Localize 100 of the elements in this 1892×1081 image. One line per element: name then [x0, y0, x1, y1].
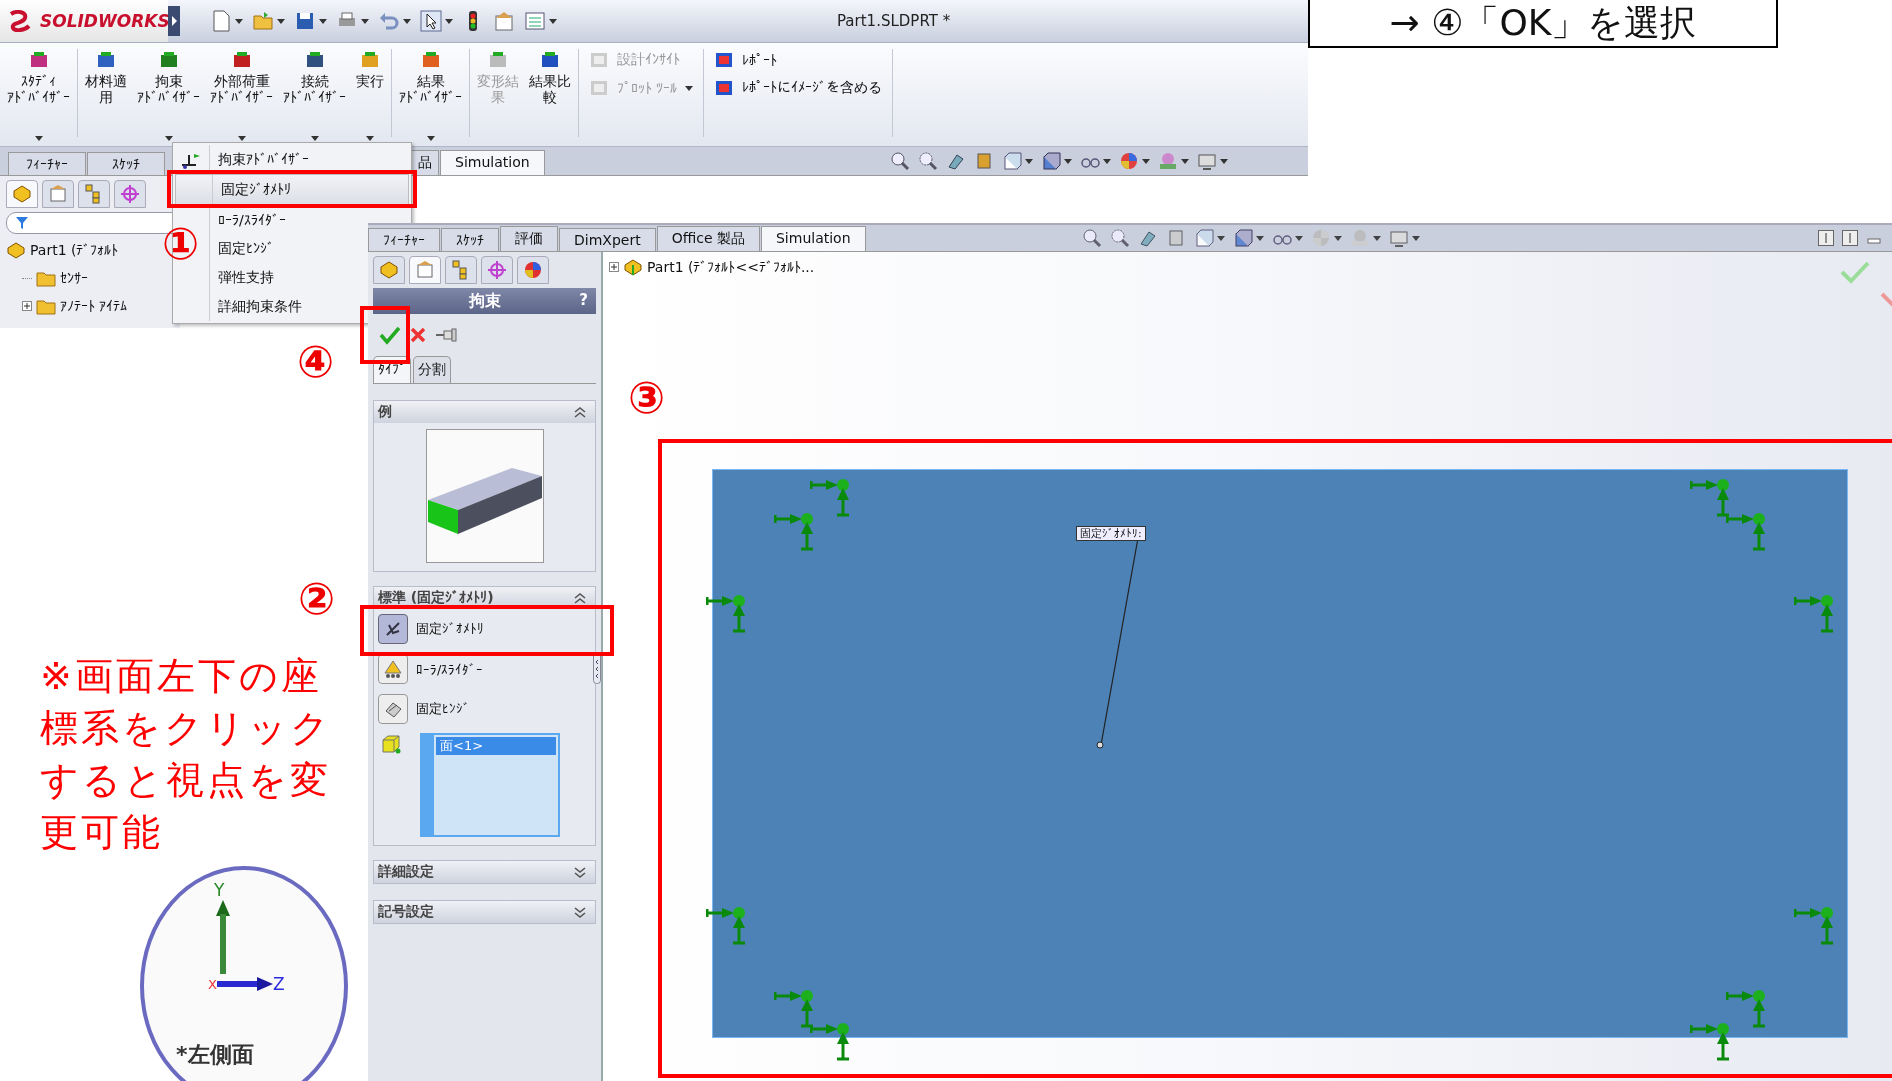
collapse-chevron-icon[interactable] [573, 591, 587, 605]
section-header[interactable]: 詳細設定 [374, 861, 595, 883]
display-style-icon[interactable] [1041, 151, 1061, 171]
ribbon-button[interactable]: 材料適 用 [82, 49, 130, 141]
monitor-icon[interactable] [1197, 151, 1217, 171]
help-button[interactable]: ? [579, 291, 588, 309]
tab[interactable]: ｽｹｯﾁ [441, 228, 499, 251]
selection-list[interactable]: 面<1> [420, 733, 560, 837]
save-icon[interactable] [294, 10, 316, 32]
split-right-icon[interactable] [1842, 230, 1858, 246]
tab[interactable]: 品 [412, 150, 439, 175]
caret-icon[interactable] [319, 18, 327, 24]
tab[interactable]: ｽｹｯﾁ [87, 152, 165, 175]
tab[interactable]: DimXpert [559, 228, 656, 251]
menu-item[interactable]: 詳細拘束条件 [173, 292, 357, 321]
ribbon-button[interactable]: 結果 ｱﾄﾞﾊﾞｲｻﾞｰ [396, 49, 465, 141]
tab[interactable]: Office 製品 [656, 226, 760, 251]
display-style-icon[interactable] [1232, 228, 1253, 248]
fixture-symbol-icon [706, 906, 746, 945]
caret-icon[interactable] [1333, 235, 1342, 241]
ribbon-button[interactable]: ｽﾀﾃﾞｨ ｱﾄﾞﾊﾞｲｻﾞｰ [4, 49, 73, 141]
caret-icon[interactable] [1220, 158, 1228, 164]
caret-icon[interactable] [1025, 158, 1033, 164]
tab[interactable]: Simulation [761, 226, 866, 251]
split-left-icon[interactable] [1818, 230, 1834, 246]
section-header[interactable]: 記号設定 [374, 901, 595, 923]
panel-tab[interactable] [481, 256, 513, 284]
ok-checkmark-icon[interactable] [379, 325, 401, 345]
ribbon-button[interactable]: 実行 [353, 49, 387, 141]
panel-tab[interactable] [445, 256, 477, 284]
expand-icon[interactable] [609, 262, 619, 272]
note-text: ※画面左下の座標系をクリックすると視点を変更可能 [40, 653, 333, 856]
ribbon-button[interactable]: 結果比 較 [526, 49, 574, 141]
tree-item[interactable]: Part1 (ﾃﾞﾌｫﾙﾄ [30, 242, 119, 258]
zoom-area-icon[interactable] [1109, 228, 1130, 248]
caret-icon[interactable] [1181, 158, 1189, 164]
view-label: *左側面 [176, 1041, 254, 1069]
tree-item[interactable]: Part1 (ﾃﾞﾌｫﾙﾄ<<ﾃﾞﾌｫﾙﾄ... [647, 259, 815, 275]
type-button[interactable] [378, 694, 408, 724]
panel-tab[interactable] [373, 256, 405, 284]
caret-icon[interactable] [1142, 158, 1150, 164]
ribbon-button[interactable]: 接続 ｱﾄﾞﾊﾞｲｻﾞｰ [280, 49, 349, 141]
zoom-to-fit-icon[interactable] [1081, 228, 1102, 248]
panel-tab[interactable] [114, 180, 146, 208]
monitor-icon[interactable] [1388, 228, 1409, 248]
caret-icon[interactable] [1255, 235, 1264, 241]
instruction-box: → ④「OK」を選択 [1308, 0, 1778, 48]
list-item[interactable]: 面<1> [436, 737, 556, 755]
crosshair-icon [486, 259, 508, 281]
caret-icon[interactable] [445, 18, 453, 24]
ribbon-button[interactable]: 拘束 ｱﾄﾞﾊﾞｲｻﾞｰ [134, 49, 203, 141]
caret-icon[interactable] [403, 18, 411, 24]
fixture-symbol-icon [810, 478, 850, 517]
tab[interactable]: ﾌｨｰﾁｬｰ [8, 152, 86, 175]
type-button[interactable] [378, 614, 408, 644]
caret-icon[interactable] [277, 18, 285, 24]
ok-checkmark-icon[interactable] [1840, 260, 1870, 284]
pointer-icon[interactable] [420, 10, 442, 32]
caret-icon[interactable] [426, 136, 435, 141]
expand-chevron-icon[interactable] [573, 905, 587, 919]
caret-icon[interactable] [1064, 158, 1072, 164]
view-orientation-icon[interactable] [1193, 228, 1214, 248]
section-header[interactable]: 例 [374, 401, 595, 423]
panel-tab[interactable] [6, 180, 38, 208]
options-icon[interactable] [493, 10, 515, 32]
type-button[interactable] [378, 654, 408, 684]
tab[interactable]: 分割 [413, 356, 451, 383]
caret-icon[interactable] [361, 18, 369, 24]
caret-icon[interactable] [1411, 235, 1420, 241]
expand-chevron-icon[interactable] [573, 865, 587, 879]
ribbon-button[interactable]: 外部荷重 ｱﾄﾞﾊﾞｲｻﾞｰ [207, 49, 276, 141]
pushpin-icon[interactable] [435, 328, 459, 342]
caret-icon[interactable] [1103, 158, 1111, 164]
panel-tab[interactable] [517, 256, 549, 284]
property-icon [47, 183, 69, 205]
tree-item[interactable]: ｱﾉﾃｰﾄ ｱｲﾃﾑ [60, 298, 128, 314]
tab[interactable]: Simulation [440, 150, 545, 175]
menu-item[interactable]: 固定ｼﾞｵﾒﾄﾘ [175, 174, 409, 205]
ribbon-button[interactable]: ﾚﾎﾟｰﾄ [714, 51, 883, 69]
caret-icon[interactable] [34, 136, 43, 141]
collapse-chevron-icon[interactable] [573, 405, 587, 419]
caret-icon[interactable] [235, 18, 243, 24]
caret-icon[interactable] [1216, 235, 1225, 241]
step-number: ④ [297, 340, 335, 384]
zoom-area-icon[interactable] [918, 151, 938, 171]
caret-icon[interactable] [1372, 235, 1381, 241]
expand-icon[interactable] [22, 301, 32, 311]
tab[interactable]: 評価 [500, 226, 558, 251]
folder-icon [36, 269, 56, 287]
zoom-to-fit-icon[interactable] [890, 151, 910, 171]
tab[interactable]: ﾌｨｰﾁｬｰ [368, 228, 440, 251]
view-orientation-icon[interactable] [1002, 151, 1022, 171]
cancel-x-icon[interactable] [409, 326, 427, 344]
menu-item[interactable]: 弾性支持 [173, 263, 367, 292]
ribbon-button[interactable]: ﾚﾎﾟｰﾄにｲﾒｰｼﾞを含める [714, 79, 883, 97]
caret-icon[interactable] [164, 136, 173, 141]
caret-icon[interactable] [1294, 235, 1303, 241]
caret-icon[interactable] [549, 18, 557, 24]
tree-item[interactable]: ｾﾝｻｰ [60, 270, 88, 286]
panel-tab[interactable] [78, 180, 110, 208]
